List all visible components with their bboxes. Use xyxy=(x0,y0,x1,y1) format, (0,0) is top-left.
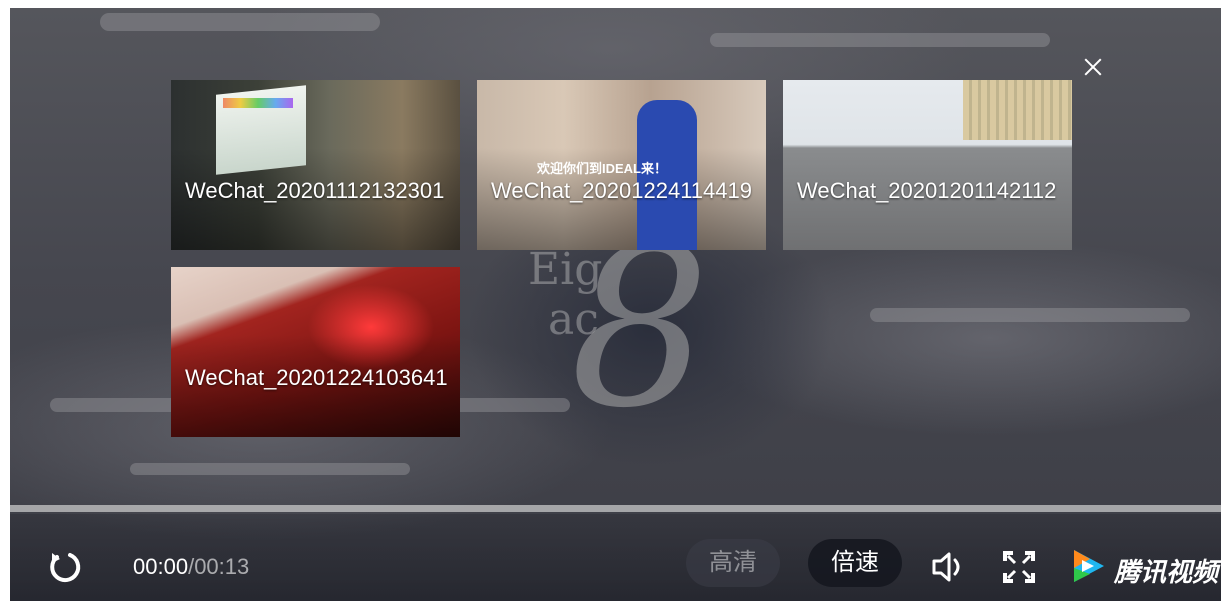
fullscreen-icon[interactable] xyxy=(1000,548,1038,586)
playlist-item-title: WeChat_20201224103641 xyxy=(185,365,448,390)
video-player: Eig ac 8 WeChat_20201112132301 欢迎你们到IDEA… xyxy=(10,8,1221,601)
playlist-item-title: WeChat_20201224114419 xyxy=(491,178,752,203)
progress-bar[interactable] xyxy=(10,505,1221,512)
playlist-item[interactable]: 欢迎你们到IDEAL来！ WeChat_20201224114419 xyxy=(477,80,766,250)
control-bar: 00:00/00:13 高清 倍速 腾讯视频 xyxy=(10,514,1221,601)
playlist-item-title: WeChat_20201201142112 xyxy=(797,178,1057,203)
volume-icon[interactable] xyxy=(930,548,968,586)
duration: 00:13 xyxy=(194,554,250,579)
close-icon[interactable] xyxy=(1081,55,1105,79)
logo-play-icon xyxy=(1074,550,1104,582)
speed-button[interactable]: 倍速 xyxy=(808,539,902,587)
quality-button[interactable]: 高清 xyxy=(686,539,780,587)
playlist-item[interactable]: WeChat_20201112132301 xyxy=(171,80,460,250)
current-time: 00:00 xyxy=(133,554,189,579)
background-glyph: 8 xyxy=(570,200,710,456)
background-ink xyxy=(870,308,1190,322)
playlist-item-title: WeChat_20201112132301 xyxy=(185,178,445,203)
time-display: 00:00/00:13 xyxy=(133,554,249,580)
thumbnail-image xyxy=(963,80,1072,140)
background-ink xyxy=(100,13,380,31)
tencent-video-logo: 腾讯视频 xyxy=(1068,546,1218,590)
background-ink xyxy=(710,33,1050,47)
replay-icon[interactable] xyxy=(45,548,83,586)
thumbnail-overlay-text: 欢迎你们到IDEAL来！ xyxy=(537,161,668,176)
playlist-item[interactable]: WeChat_20201224103641 xyxy=(171,267,460,437)
background-ink xyxy=(130,463,410,475)
brand-name: 腾讯视频 xyxy=(1114,557,1219,587)
playlist-item[interactable]: WeChat_20201201142112 xyxy=(783,80,1072,250)
thumbnail-image xyxy=(223,98,293,108)
